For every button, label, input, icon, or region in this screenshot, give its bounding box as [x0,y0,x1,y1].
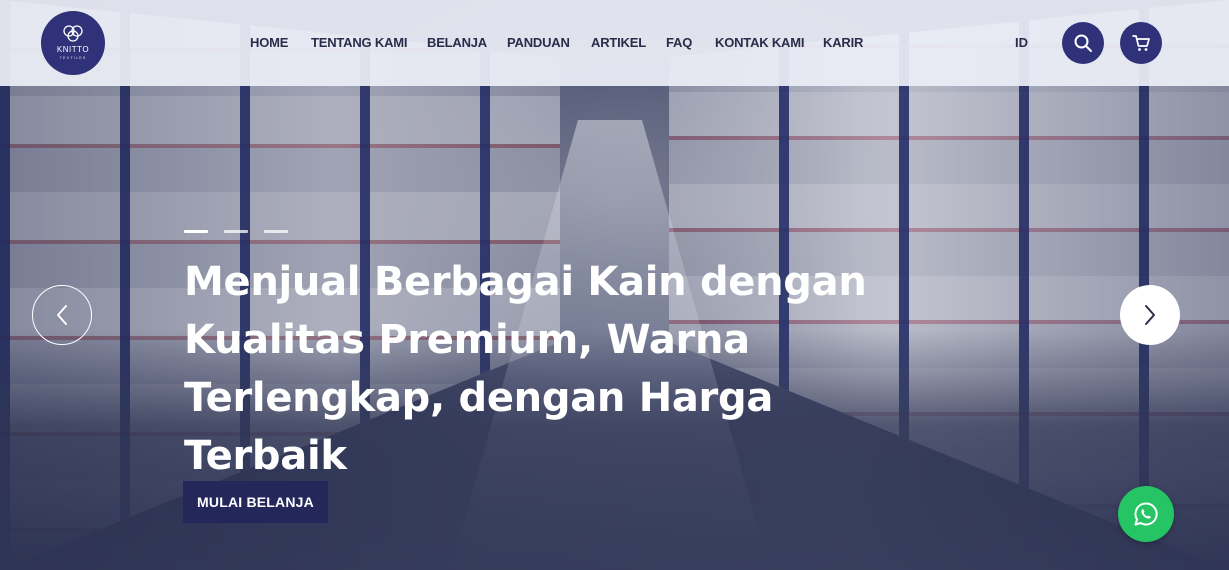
cart-icon [1132,35,1150,51]
nav-artikel[interactable]: ARTIKEL [591,35,646,50]
site-header: KNITTO TEXTILES HOME TENTANG KAMI BELANJ… [0,0,1229,86]
nav-belanja[interactable]: BELANJA [427,35,487,50]
whatsapp-icon [1134,502,1158,526]
start-shopping-button[interactable]: MULAI BELANJA [183,481,328,523]
nav-faq[interactable]: FAQ [666,35,692,50]
slide-indicator-1[interactable] [184,230,208,233]
language-switcher[interactable]: ID [1015,35,1028,50]
nav-home[interactable]: HOME [250,35,288,50]
slide-indicator-3[interactable] [264,230,288,233]
logo-icon [63,24,83,42]
chevron-right-icon [1145,305,1155,325]
logo-subtitle: TEXTILES [59,54,87,60]
nav-panduan[interactable]: PANDUAN [507,35,570,50]
hero-headline: Menjual Berbagai Kain dengan Kualitas Pr… [184,259,867,479]
search-icon [1074,34,1092,52]
logo-brand: KNITTO [56,44,90,54]
search-button[interactable] [1062,22,1104,64]
chevron-left-icon [57,305,67,325]
nav-tentang-kami[interactable]: TENTANG KAMI [311,35,407,50]
cart-button[interactable] [1120,22,1162,64]
slider-prev-button[interactable] [32,285,92,345]
nav-kontak-kami[interactable]: KONTAK KAMI [715,35,804,50]
whatsapp-button[interactable] [1118,486,1174,542]
slider-next-button[interactable] [1120,285,1180,345]
slide-indicator-2[interactable] [224,230,248,233]
nav-karir[interactable]: KARIR [823,35,863,50]
logo[interactable]: KNITTO TEXTILES [41,11,105,75]
slider-indicators [184,230,304,233]
